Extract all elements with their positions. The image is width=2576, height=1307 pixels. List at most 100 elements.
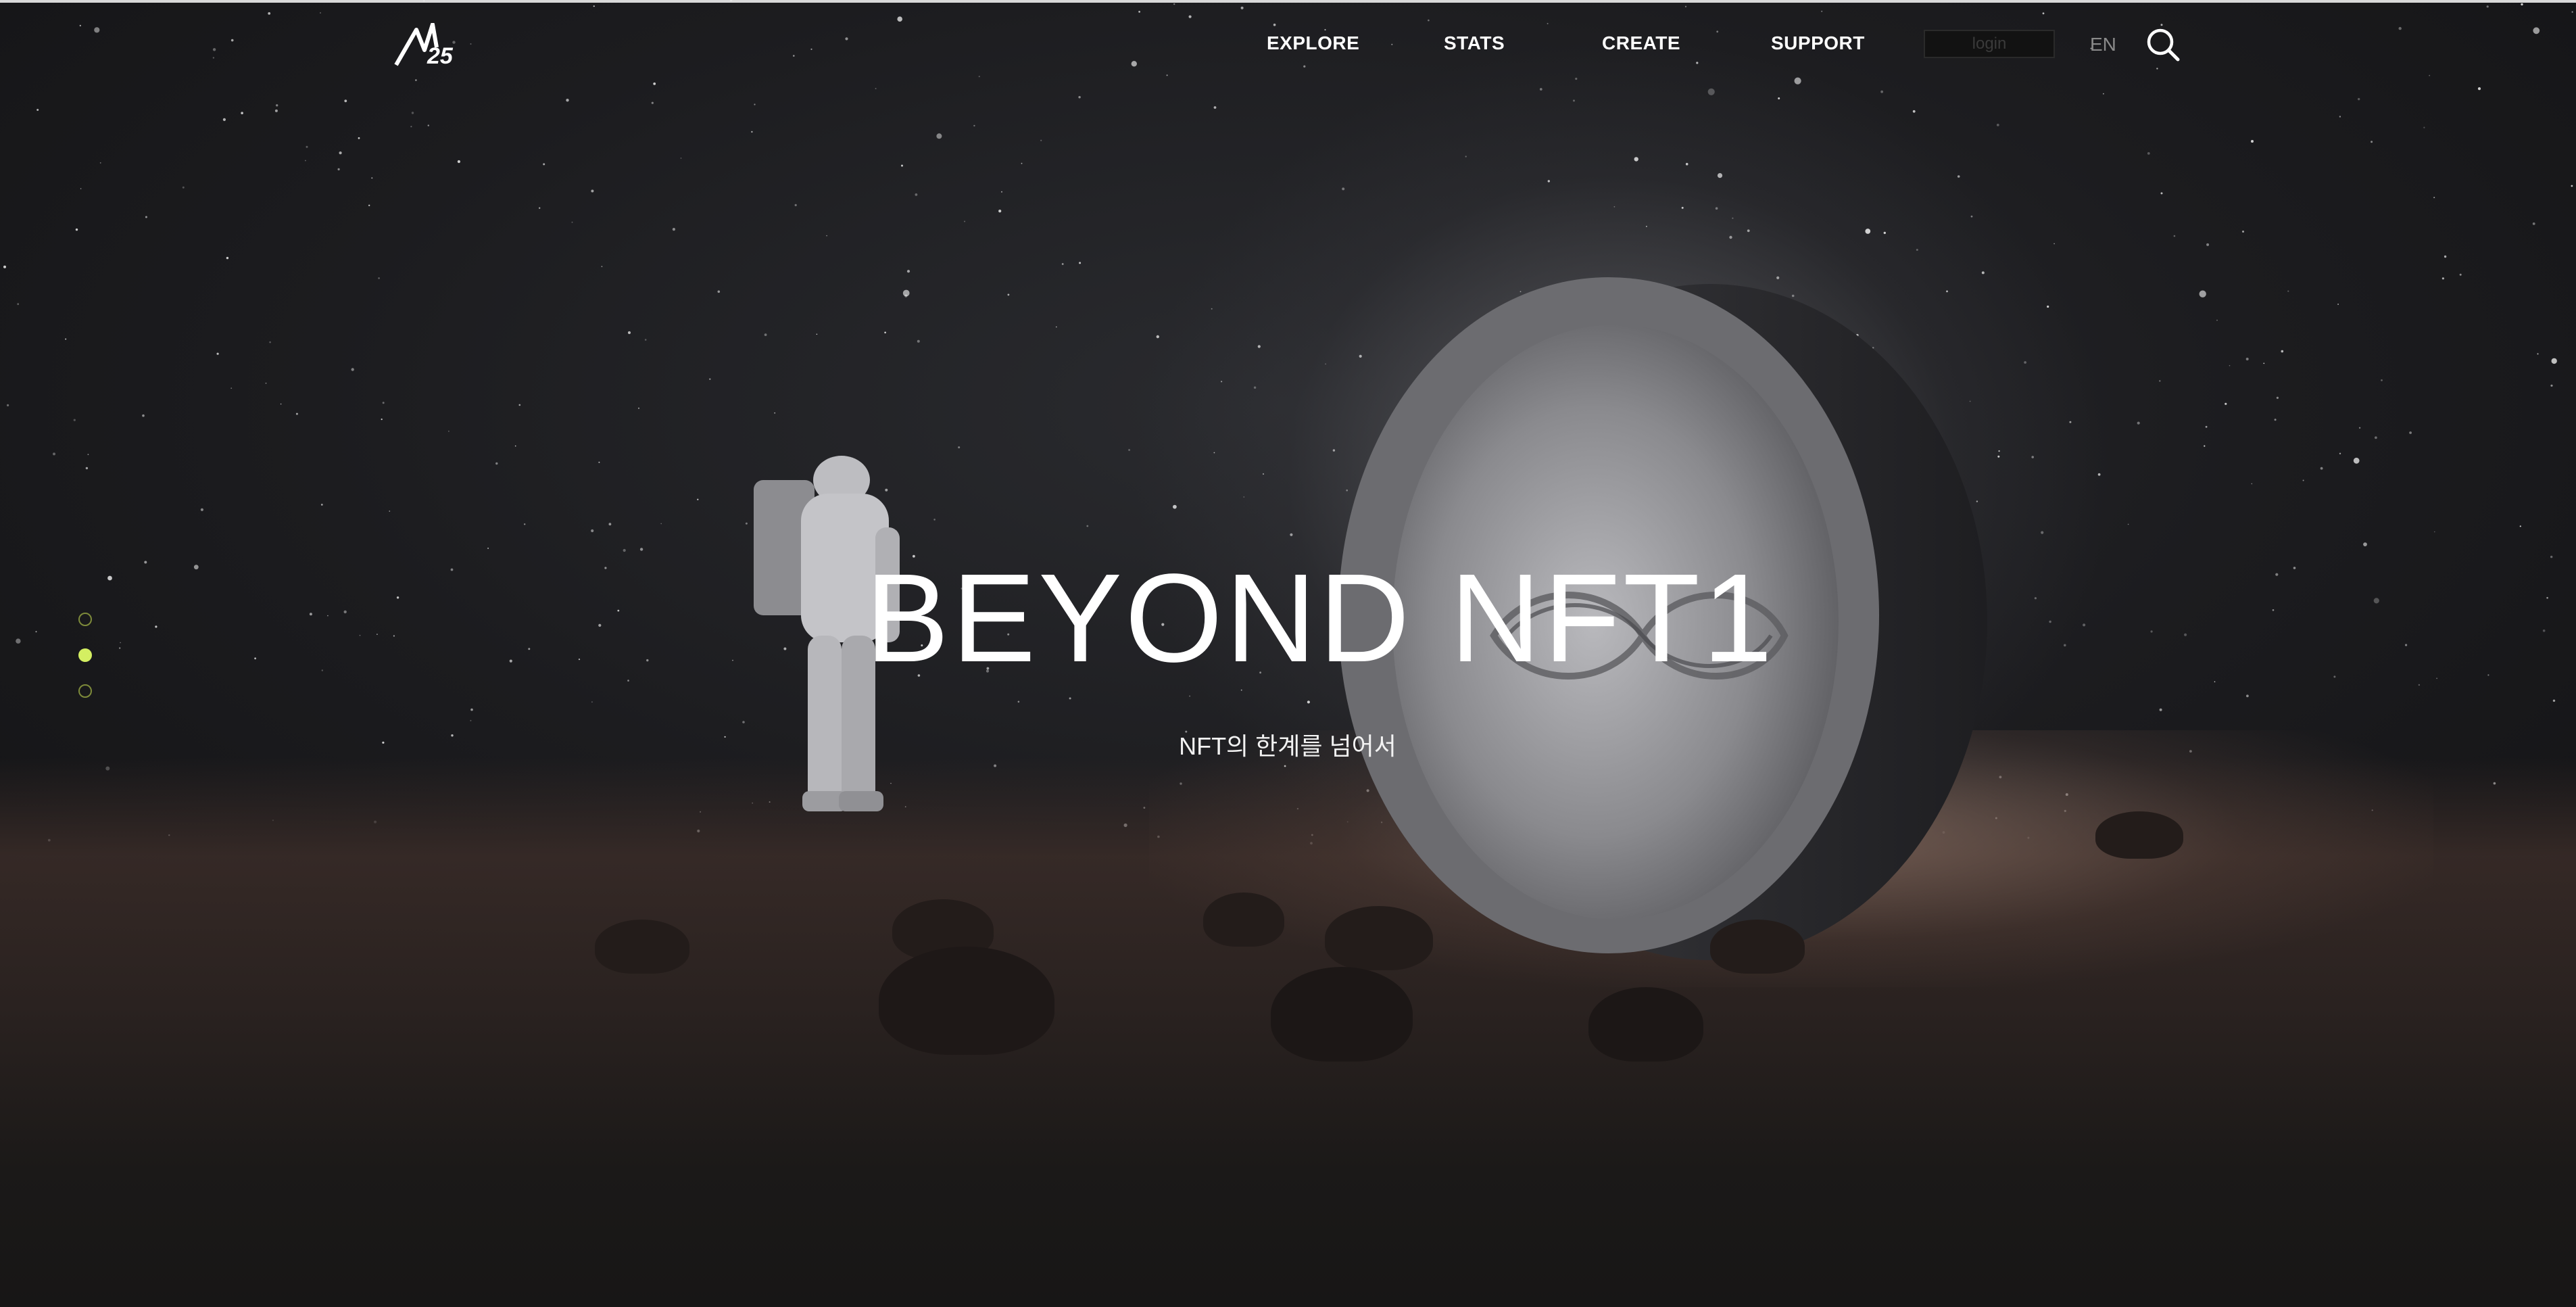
star <box>200 508 203 511</box>
star <box>644 339 647 341</box>
slide-dot-1[interactable] <box>78 613 92 626</box>
star <box>3 265 6 268</box>
star <box>193 565 199 570</box>
rock <box>1710 920 1805 974</box>
star <box>1307 700 1310 704</box>
star <box>226 256 229 260</box>
star <box>697 498 699 500</box>
star <box>2041 531 2044 534</box>
star <box>1342 187 1345 191</box>
star <box>598 623 602 627</box>
star <box>764 333 767 336</box>
search-icon[interactable] <box>2144 26 2182 64</box>
star <box>794 204 797 206</box>
star <box>79 24 81 27</box>
star <box>155 625 157 628</box>
nav-stats[interactable]: STATS <box>1444 30 1505 57</box>
star <box>1078 96 1081 99</box>
star <box>2242 231 2244 233</box>
star <box>917 339 920 343</box>
star <box>269 341 271 343</box>
star <box>2083 623 2086 627</box>
star <box>1729 235 1732 239</box>
star <box>2533 27 2540 34</box>
star <box>1079 262 1082 264</box>
star <box>2418 684 2421 686</box>
star <box>2245 358 2249 360</box>
star <box>1707 88 1715 95</box>
star <box>901 164 903 167</box>
star <box>2320 467 2323 470</box>
star <box>2429 74 2431 76</box>
star <box>1173 504 1177 509</box>
star <box>2550 555 2553 559</box>
star <box>99 162 101 164</box>
star <box>230 387 233 389</box>
star <box>2246 694 2249 698</box>
star <box>450 568 454 571</box>
star <box>1188 15 1192 18</box>
star <box>1794 77 1801 85</box>
star <box>2434 531 2435 533</box>
star <box>1715 207 1718 210</box>
nav-explore[interactable]: EXPLORE <box>1267 30 1359 57</box>
login-button[interactable]: login <box>1924 30 2055 58</box>
star <box>998 210 1002 213</box>
star <box>793 55 795 57</box>
star <box>2287 290 2289 292</box>
star <box>1865 229 1871 234</box>
star <box>1290 533 1293 536</box>
hero-section: 25 EXPLORE STATS CREATE SUPPORT login EN… <box>0 0 2576 1307</box>
rock <box>2095 811 2183 859</box>
star <box>2371 141 2373 143</box>
star <box>2159 380 2161 382</box>
star <box>2276 396 2279 400</box>
star <box>2552 699 2556 703</box>
slide-dot-2[interactable] <box>78 648 92 662</box>
star <box>651 101 654 104</box>
star <box>495 462 498 465</box>
nav-support[interactable]: SUPPORT <box>1771 30 1865 57</box>
star <box>321 669 323 671</box>
star <box>2423 126 2425 128</box>
logo-mark[interactable]: 25 <box>393 23 468 68</box>
star <box>2537 353 2539 355</box>
star <box>2272 609 2275 611</box>
star <box>107 575 112 581</box>
star <box>2444 255 2447 258</box>
star <box>1007 293 1010 296</box>
language-selector[interactable]: EN <box>2090 31 2116 58</box>
star <box>448 430 449 432</box>
star <box>709 378 711 380</box>
star <box>1547 180 1550 183</box>
nav-create[interactable]: CREATE <box>1602 30 1680 57</box>
star <box>2398 26 2402 30</box>
star <box>1685 162 1688 166</box>
slide-dot-3[interactable] <box>78 684 92 698</box>
star <box>470 719 472 721</box>
star <box>470 708 473 711</box>
star <box>2173 235 2176 237</box>
star <box>2024 361 2027 364</box>
star <box>1253 386 1257 389</box>
star <box>2251 483 2253 485</box>
star <box>509 659 512 663</box>
star <box>973 124 975 127</box>
star <box>2339 116 2341 118</box>
star <box>2546 596 2548 599</box>
star <box>87 454 89 456</box>
star <box>1001 191 1002 193</box>
star <box>604 567 607 569</box>
star <box>978 76 980 78</box>
star <box>2486 5 2489 8</box>
star <box>274 109 278 112</box>
star <box>2459 273 2462 276</box>
star <box>639 548 643 551</box>
star <box>1821 10 1823 12</box>
star <box>617 609 620 612</box>
star <box>591 529 594 533</box>
star <box>2381 379 2383 381</box>
star <box>653 82 656 85</box>
star <box>1883 231 1886 235</box>
star <box>2333 675 2336 678</box>
